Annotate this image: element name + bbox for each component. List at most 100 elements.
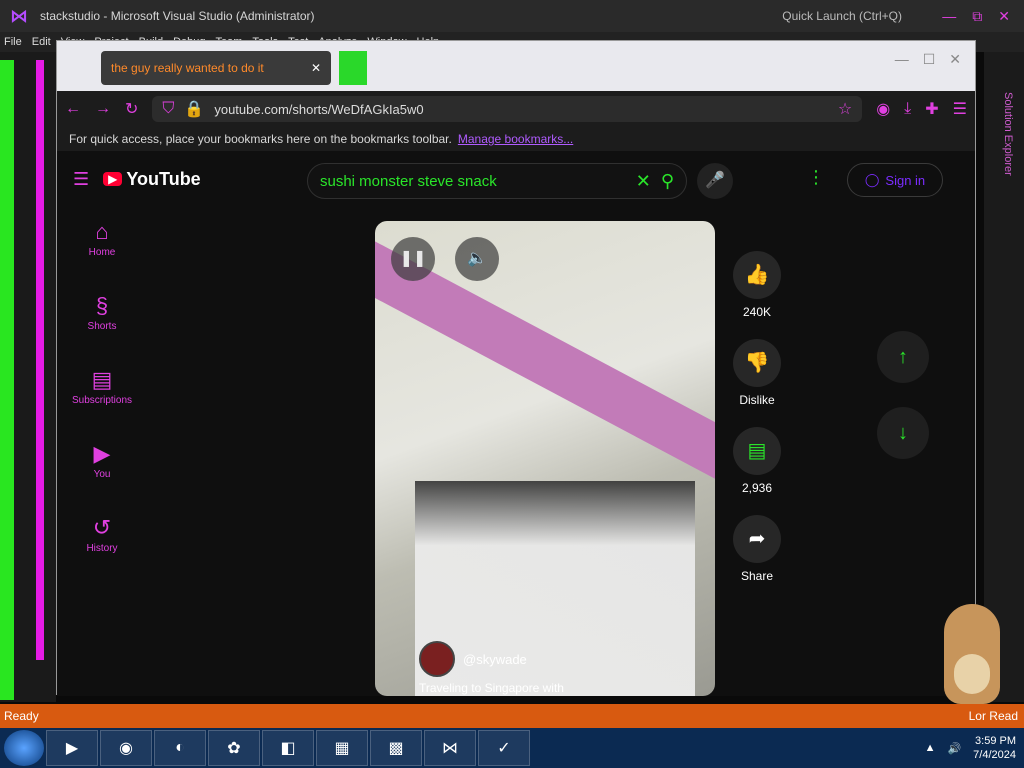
system-tray: ▲ 🔊 3:59 PM 7/4/2024 bbox=[925, 734, 1024, 762]
thumbs-up-icon[interactable]: 👍 bbox=[733, 251, 781, 299]
sidebar-item-label: Shorts bbox=[87, 321, 117, 332]
menu-file[interactable]: File bbox=[4, 36, 22, 48]
visual-studio-taskbar-icon[interactable]: ⋈ bbox=[424, 730, 476, 766]
youtube-page: ☰ ▶ YouTube sushi monster steve snack ✕ … bbox=[57, 151, 975, 696]
channel-handle[interactable]: @skywade bbox=[463, 652, 527, 667]
maximize-icon[interactable]: ⧉ bbox=[972, 8, 982, 25]
home-icon: ⌂ bbox=[95, 219, 109, 244]
thumbs-down-icon[interactable]: 👎 bbox=[733, 339, 781, 387]
vs-window-buttons: — ⧉ ✕ bbox=[942, 8, 1024, 25]
sidebar-item-label: Home bbox=[88, 247, 116, 258]
tab-bar: the guy really wanted to do it ✕ — ☐ ✕ bbox=[57, 41, 975, 91]
download-icon[interactable]: ⤓ bbox=[904, 100, 911, 118]
new-tab-button[interactable] bbox=[339, 51, 367, 85]
shield-icon[interactable]: ⛉ bbox=[162, 100, 174, 118]
taskbar-app[interactable]: ▩ bbox=[370, 730, 422, 766]
sidebar-item-label: You bbox=[93, 469, 111, 480]
back-icon[interactable]: ← bbox=[65, 100, 81, 118]
comments-action[interactable]: ▤ 2,936 bbox=[727, 427, 787, 495]
share-icon[interactable]: ➦ bbox=[733, 515, 781, 563]
account-icon: ◯ bbox=[864, 172, 880, 187]
vs-window-title: stackstudio - Microsoft Visual Studio (A… bbox=[40, 9, 315, 23]
youtube-search-box[interactable]: sushi monster steve snack ✕ ⚲ bbox=[307, 163, 687, 199]
minimize-icon[interactable]: — bbox=[942, 8, 956, 25]
taskbar-app[interactable]: ▦ bbox=[316, 730, 368, 766]
next-short-down-arrow-icon[interactable]: ↓ bbox=[877, 407, 929, 459]
previous-short-up-arrow-icon[interactable]: ↑ bbox=[877, 331, 929, 383]
volume-icon[interactable]: 🔈 bbox=[455, 237, 499, 281]
glitch-artifact bbox=[0, 60, 14, 700]
comment-count: 2,936 bbox=[741, 481, 773, 495]
taskbar-app[interactable]: ✓ bbox=[478, 730, 530, 766]
maximize-icon[interactable]: ☐ bbox=[923, 51, 936, 68]
solution-explorer-panel: Solution Explorer bbox=[984, 52, 1024, 702]
star-icon[interactable]: ☆ bbox=[838, 99, 852, 119]
subscriptions-icon: ▤ bbox=[91, 367, 113, 392]
minimize-icon[interactable]: — bbox=[895, 51, 909, 68]
dislike-action[interactable]: 👎 Dislike bbox=[727, 339, 787, 407]
taskbar-app[interactable]: ✿ bbox=[208, 730, 260, 766]
menu-edit[interactable]: Edit bbox=[32, 36, 51, 48]
sidebar-item-home[interactable]: ⌂ Home bbox=[57, 217, 147, 287]
bookmarks-toolbar: For quick access, place your bookmarks h… bbox=[57, 127, 975, 151]
reload-icon[interactable]: ↻ bbox=[125, 99, 138, 119]
url-text[interactable]: youtube.com/shorts/WeDfAGkIa5w0 bbox=[214, 102, 828, 117]
taskbar-app[interactable]: ◉ bbox=[100, 730, 152, 766]
sidebar-item-label: History bbox=[86, 543, 118, 554]
sidebar-item-you[interactable]: ▶ You bbox=[57, 439, 147, 509]
sign-in-button[interactable]: ◯ Sign in bbox=[847, 163, 943, 197]
sidebar-item-subscriptions[interactable]: ▤ Subscriptions bbox=[57, 365, 147, 435]
video-frame-escalator bbox=[375, 241, 715, 511]
like-action[interactable]: 👍 240K bbox=[727, 251, 787, 319]
video-description[interactable]: Traveling to Singapore with bbox=[419, 681, 564, 695]
sidebar-item-history[interactable]: ↺ History bbox=[57, 513, 147, 583]
tab-title: the guy really wanted to do it bbox=[111, 61, 264, 75]
youtube-logo[interactable]: ▶ YouTube bbox=[103, 169, 201, 190]
hamster-desktop-pet[interactable] bbox=[944, 604, 1000, 704]
more-options-icon[interactable]: ⋮ bbox=[807, 167, 825, 188]
voice-search-icon[interactable]: 🎤 bbox=[697, 163, 733, 199]
tray-volume-icon[interactable]: 🔊 bbox=[947, 742, 961, 755]
like-count: 240K bbox=[742, 305, 772, 319]
close-tab-icon[interactable]: ✕ bbox=[311, 61, 321, 75]
sidebar-item-label: Subscriptions bbox=[71, 395, 133, 406]
channel-avatar[interactable] bbox=[419, 641, 455, 677]
hamburger-menu-icon[interactable]: ☰ bbox=[73, 169, 89, 190]
app-menu-icon[interactable]: ☰ bbox=[953, 99, 967, 119]
status-ready: Ready bbox=[4, 709, 39, 723]
visual-studio-logo-icon: ⋈ bbox=[10, 6, 28, 26]
history-icon: ↺ bbox=[92, 515, 112, 540]
sign-in-label: Sign in bbox=[885, 172, 926, 188]
forward-icon[interactable]: → bbox=[95, 100, 111, 118]
taskbar-app[interactable]: ▶ bbox=[46, 730, 98, 766]
tray-network-icon[interactable]: ▲ bbox=[925, 742, 936, 754]
lock-icon[interactable]: 🔒 bbox=[184, 99, 204, 119]
clock-time: 3:59 PM bbox=[975, 735, 1016, 747]
close-icon[interactable]: ✕ bbox=[949, 51, 961, 68]
taskbar-app[interactable]: ◧ bbox=[262, 730, 314, 766]
comment-icon[interactable]: ▤ bbox=[733, 427, 781, 475]
manage-bookmarks-link[interactable]: Manage bookmarks... bbox=[458, 132, 573, 146]
share-action[interactable]: ➦ Share bbox=[727, 515, 787, 583]
url-bar[interactable]: ⛉ 🔒 youtube.com/shorts/WeDfAGkIa5w0 ☆ bbox=[152, 96, 863, 122]
taskbar-app[interactable]: ◐ bbox=[154, 730, 206, 766]
taskbar-clock[interactable]: 3:59 PM 7/4/2024 bbox=[973, 734, 1016, 762]
close-icon[interactable]: ✕ bbox=[998, 8, 1010, 25]
browser-tab[interactable]: the guy really wanted to do it ✕ bbox=[101, 51, 331, 85]
extensions-icon[interactable]: ✚ bbox=[925, 99, 938, 119]
browser-window: the guy really wanted to do it ✕ — ☐ ✕ ←… bbox=[56, 40, 976, 696]
clear-search-icon[interactable]: ✕ bbox=[636, 171, 651, 192]
solution-explorer-label[interactable]: Solution Explorer bbox=[1002, 92, 1014, 176]
pocket-icon[interactable]: ◉ bbox=[876, 99, 890, 119]
shorts-video-player[interactable]: ❚❚ 🔈 @skywade Traveling to Singapore wit… bbox=[375, 221, 715, 696]
shorts-icon: § bbox=[95, 293, 109, 318]
search-icon[interactable]: ⚲ bbox=[661, 171, 674, 192]
sidebar-item-shorts[interactable]: § Shorts bbox=[57, 291, 147, 361]
browser-navbar: ← → ↻ ⛉ 🔒 youtube.com/shorts/WeDfAGkIa5w… bbox=[57, 91, 975, 127]
pause-icon[interactable]: ❚❚ bbox=[391, 237, 435, 281]
vs-titlebar: ⋈ stackstudio - Microsoft Visual Studio … bbox=[0, 0, 1024, 32]
start-button-icon[interactable] bbox=[4, 730, 44, 766]
search-input[interactable]: sushi monster steve snack bbox=[320, 173, 626, 190]
youtube-play-logo-icon: ▶ bbox=[103, 172, 123, 186]
vs-quick-launch[interactable]: Quick Launch (Ctrl+Q) bbox=[782, 9, 932, 23]
